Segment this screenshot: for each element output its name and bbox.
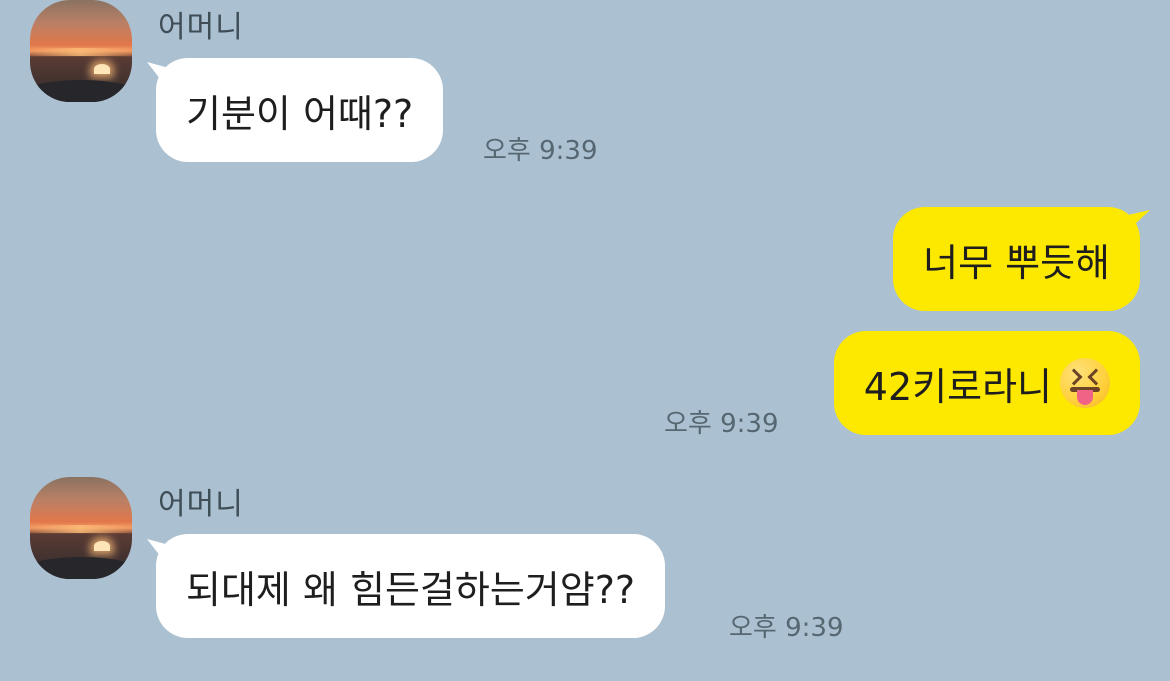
avatar-sky-band — [30, 525, 132, 533]
emoji-right-eye — [1087, 368, 1105, 386]
message-time: 오후 9:39 — [729, 613, 844, 643]
avatar-ground — [30, 80, 132, 102]
message-time: 오후 9:39 — [483, 136, 598, 166]
message-text: 너무 뿌듯해 — [923, 240, 1110, 285]
message-text: 42키로라니 — [863, 364, 1052, 409]
sender-name: 어머니 — [158, 10, 244, 45]
outgoing-message-bubble[interactable]: 42키로라니 — [833, 331, 1140, 435]
avatar-sun — [94, 541, 110, 551]
incoming-message-bubble[interactable]: 되대제 왜 힘든걸하는거얌?? — [156, 534, 666, 638]
squinting-face-with-tongue-emoji — [1060, 358, 1110, 408]
incoming-message-bubble[interactable]: 기분이 어때?? — [156, 58, 444, 162]
message-text: 기분이 어때?? — [186, 91, 414, 136]
message-time: 오후 9:39 — [664, 409, 779, 439]
avatar-ground — [30, 557, 132, 579]
sender-avatar[interactable] — [30, 477, 132, 579]
chat-window: 어머니 기분이 어때?? 오후 9:39 너무 뿌듯해 42키로라니 오후 9:… — [0, 0, 1170, 681]
emoji-left-eye — [1065, 368, 1083, 386]
avatar-sky-band — [30, 48, 132, 56]
sender-name: 어머니 — [158, 487, 244, 522]
message-text: 되대제 왜 힘든걸하는거얌?? — [186, 567, 636, 612]
emoji-tongue — [1077, 390, 1093, 405]
outgoing-message-bubble[interactable]: 너무 뿌듯해 — [893, 207, 1140, 311]
avatar-sun — [94, 64, 110, 74]
sender-avatar[interactable] — [30, 0, 132, 102]
